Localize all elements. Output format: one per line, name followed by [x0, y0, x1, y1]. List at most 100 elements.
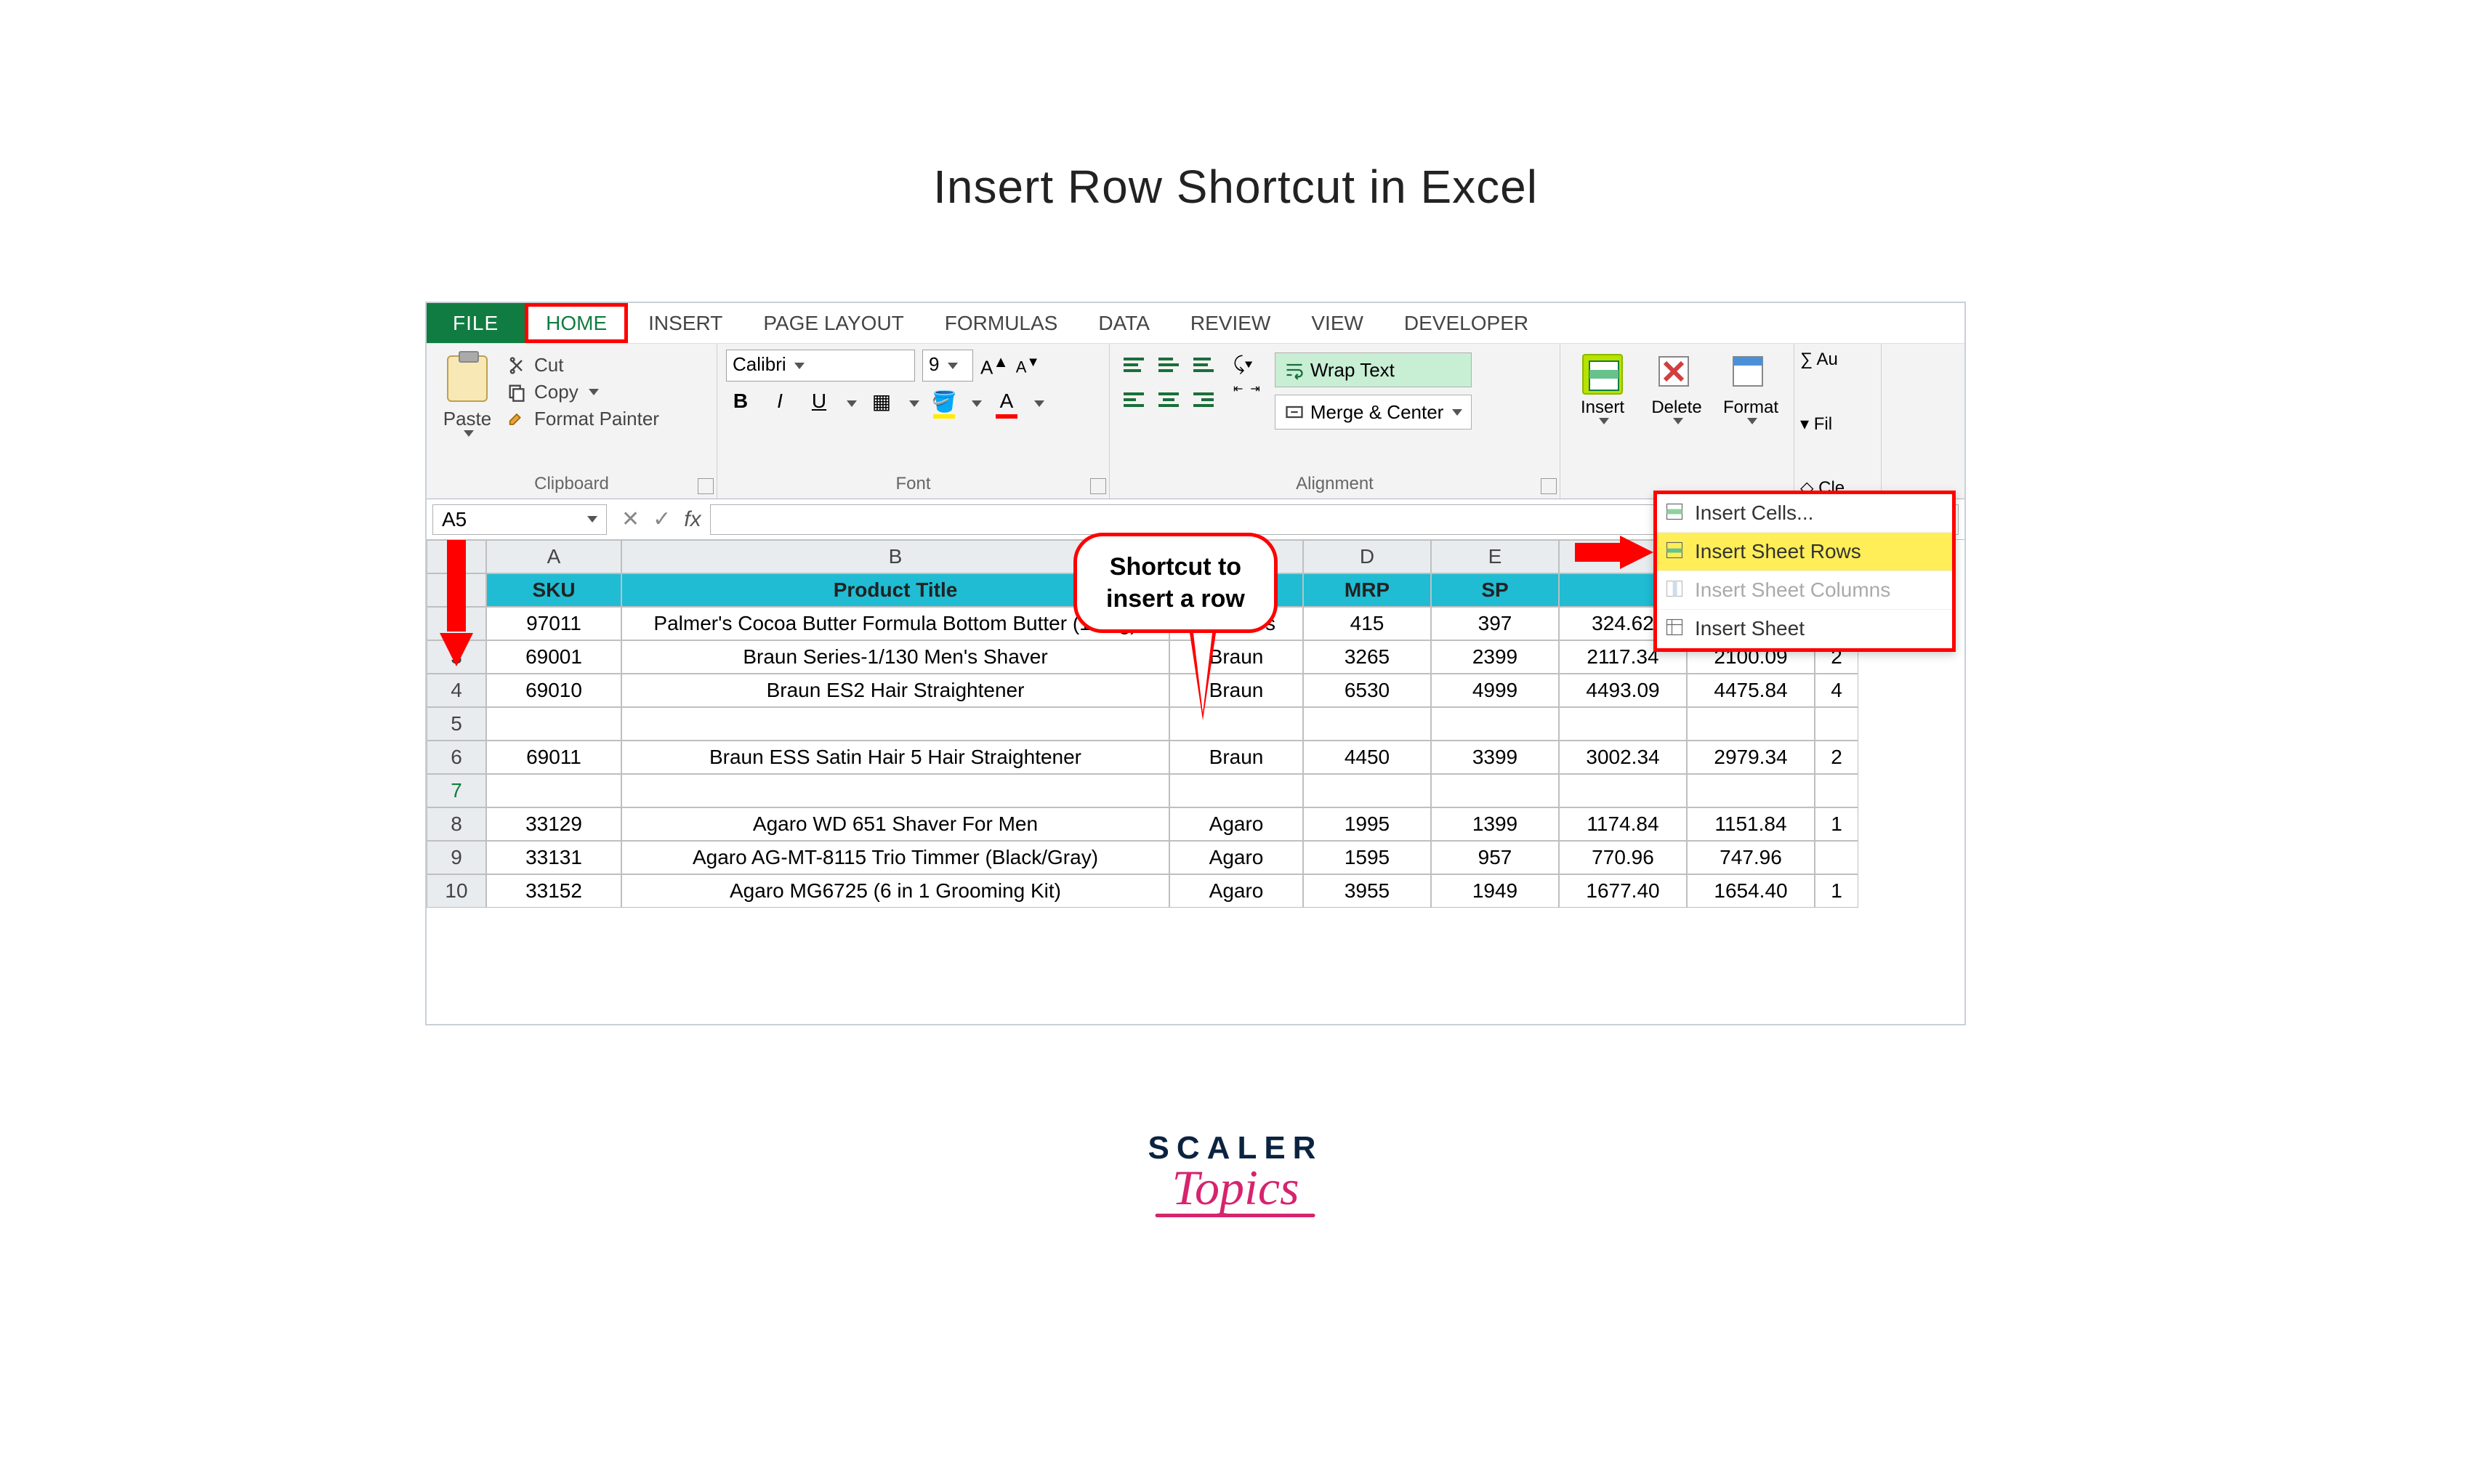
cell[interactable]: [1815, 774, 1858, 807]
cell[interactable]: 33131: [486, 841, 621, 874]
fx-icon[interactable]: fx: [684, 507, 701, 532]
cell[interactable]: 69001: [486, 640, 621, 674]
cell[interactable]: 4475.84: [1687, 674, 1815, 707]
bold-button[interactable]: B: [726, 389, 755, 418]
increase-font-icon[interactable]: A▲: [980, 352, 1009, 379]
cell[interactable]: [1687, 774, 1815, 807]
cell[interactable]: 33129: [486, 807, 621, 841]
cell[interactable]: 33152: [486, 874, 621, 908]
cell[interactable]: [1559, 774, 1687, 807]
cell[interactable]: 1174.84: [1559, 807, 1687, 841]
cell[interactable]: 97011: [486, 607, 621, 640]
cell[interactable]: Agaro: [1169, 807, 1303, 841]
font-name-combo[interactable]: Calibri: [726, 350, 915, 382]
decrease-font-icon[interactable]: A▼: [1016, 354, 1040, 376]
cell[interactable]: Agaro: [1169, 841, 1303, 874]
cell[interactable]: Agaro: [1169, 874, 1303, 908]
align-bottom-button[interactable]: [1188, 350, 1219, 380]
cell[interactable]: 397: [1431, 607, 1559, 640]
name-box[interactable]: A5: [432, 504, 607, 535]
menu-insert-sheet-columns[interactable]: Insert Sheet Columns: [1657, 571, 1952, 610]
align-top-button[interactable]: [1118, 350, 1149, 380]
autosum-button[interactable]: ∑ Au: [1800, 350, 1872, 370]
row-header-7[interactable]: 7: [427, 774, 486, 807]
col-header-A[interactable]: A: [486, 540, 621, 573]
row-header-8[interactable]: 8: [427, 807, 486, 841]
cell[interactable]: [1303, 774, 1431, 807]
cell[interactable]: Braun: [1169, 741, 1303, 774]
cell[interactable]: [1169, 774, 1303, 807]
borders-button[interactable]: ▦: [867, 389, 896, 418]
cell[interactable]: 1995: [1303, 807, 1431, 841]
cell[interactable]: 2: [1815, 741, 1858, 774]
col-header-E[interactable]: E: [1431, 540, 1559, 573]
header-mrp[interactable]: MRP: [1303, 573, 1431, 607]
cell[interactable]: 1677.40: [1559, 874, 1687, 908]
cell[interactable]: 1595: [1303, 841, 1431, 874]
menu-insert-sheet[interactable]: Insert Sheet: [1657, 610, 1952, 648]
cell[interactable]: Braun ESS Satin Hair 5 Hair Straightener: [621, 741, 1169, 774]
cell[interactable]: [1815, 841, 1858, 874]
delete-button[interactable]: Delete: [1643, 354, 1710, 424]
row-header-9[interactable]: 9: [427, 841, 486, 874]
cell[interactable]: [486, 774, 621, 807]
paste-button[interactable]: Paste: [435, 350, 499, 437]
italic-button[interactable]: I: [765, 389, 794, 418]
decrease-indent-button[interactable]: ⇤: [1233, 382, 1243, 396]
cell[interactable]: 1: [1815, 807, 1858, 841]
cell[interactable]: Agaro AG-MT-8115 Trio Timmer (Black/Gray…: [621, 841, 1169, 874]
font-size-combo[interactable]: 9: [922, 350, 973, 382]
cell[interactable]: 770.96: [1559, 841, 1687, 874]
cell[interactable]: 6530: [1303, 674, 1431, 707]
tab-file[interactable]: FILE: [427, 303, 525, 343]
cell[interactable]: [621, 774, 1169, 807]
cell[interactable]: 2979.34: [1687, 741, 1815, 774]
align-center-button[interactable]: [1153, 384, 1184, 415]
col-header-D[interactable]: D: [1303, 540, 1431, 573]
cell[interactable]: 3955: [1303, 874, 1431, 908]
copy-button[interactable]: Copy: [507, 381, 659, 403]
cut-button[interactable]: Cut: [507, 354, 659, 376]
wrap-text-button[interactable]: Wrap Text: [1275, 352, 1472, 387]
tab-page-layout[interactable]: PAGE LAYOUT: [743, 303, 924, 343]
cell[interactable]: 747.96: [1687, 841, 1815, 874]
cell[interactable]: 1654.40: [1687, 874, 1815, 908]
dialog-launcher-icon[interactable]: [698, 478, 714, 494]
tab-view[interactable]: VIEW: [1291, 303, 1384, 343]
cell[interactable]: 415: [1303, 607, 1431, 640]
merge-center-button[interactable]: Merge & Center: [1275, 395, 1472, 430]
cancel-formula-icon[interactable]: ✕: [621, 507, 640, 532]
tab-formulas[interactable]: FORMULAS: [924, 303, 1079, 343]
cell[interactable]: [1303, 707, 1431, 741]
cell[interactable]: 69010: [486, 674, 621, 707]
cell[interactable]: 4999: [1431, 674, 1559, 707]
dialog-launcher-icon[interactable]: [1541, 478, 1557, 494]
align-right-button[interactable]: [1188, 384, 1219, 415]
tab-data[interactable]: DATA: [1078, 303, 1170, 343]
enter-formula-icon[interactable]: ✓: [653, 507, 671, 532]
fill-color-button[interactable]: 🪣: [930, 389, 959, 418]
cell[interactable]: 4450: [1303, 741, 1431, 774]
cell[interactable]: Agaro WD 651 Shaver For Men: [621, 807, 1169, 841]
fill-button[interactable]: ▾ Fil: [1800, 414, 1872, 435]
row-header-6[interactable]: 6: [427, 741, 486, 774]
dialog-launcher-icon[interactable]: [1090, 478, 1106, 494]
insert-button[interactable]: Insert: [1569, 354, 1636, 424]
cell[interactable]: 3265: [1303, 640, 1431, 674]
cell[interactable]: 1399: [1431, 807, 1559, 841]
cell[interactable]: [1431, 707, 1559, 741]
menu-insert-cells[interactable]: Insert Cells...: [1657, 494, 1952, 533]
increase-indent-button[interactable]: ⇥: [1250, 382, 1259, 396]
cell[interactable]: [1815, 707, 1858, 741]
tab-insert[interactable]: INSERT: [628, 303, 743, 343]
cell[interactable]: 957: [1431, 841, 1559, 874]
cell[interactable]: [1559, 707, 1687, 741]
underline-button[interactable]: U: [805, 389, 834, 418]
blank-row-7[interactable]: 7: [427, 774, 1964, 807]
cell[interactable]: [1687, 707, 1815, 741]
cell[interactable]: 3002.34: [1559, 741, 1687, 774]
align-left-button[interactable]: [1118, 384, 1149, 415]
cell[interactable]: 3399: [1431, 741, 1559, 774]
cell[interactable]: 4: [1815, 674, 1858, 707]
cell[interactable]: [1431, 774, 1559, 807]
